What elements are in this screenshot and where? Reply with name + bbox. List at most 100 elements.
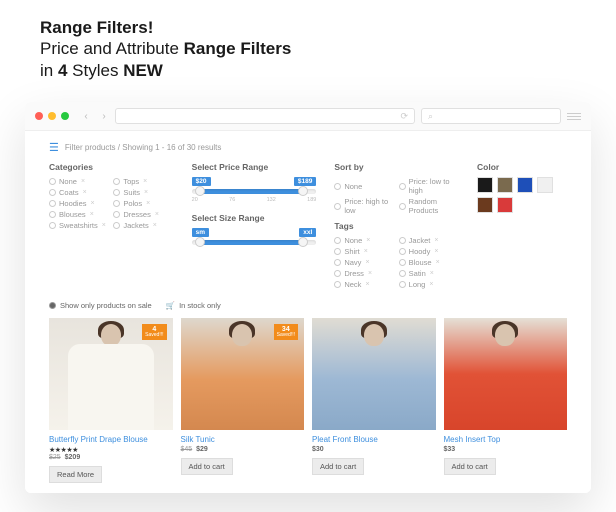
radio-option[interactable]: Neck×: [334, 280, 394, 289]
radio-option[interactable]: Hoody×: [399, 247, 459, 256]
radio-icon: [49, 222, 56, 229]
color-swatch[interactable]: [477, 197, 493, 213]
product-title[interactable]: Butterfly Print Drape Blouse: [49, 435, 173, 444]
radio-option[interactable]: Blouse ×: [399, 258, 459, 267]
remove-icon[interactable]: ×: [434, 237, 438, 244]
price-handle-min[interactable]: [195, 186, 205, 196]
radio-option[interactable]: Tops ×: [113, 177, 173, 186]
breadcrumb-text: Filter products / Showing 1 - 16 of 30 r…: [65, 143, 222, 152]
radio-option[interactable]: Suits×: [113, 188, 173, 197]
sale-badge: 34Saved!!!: [274, 324, 298, 340]
radio-option[interactable]: Random Products: [399, 197, 459, 215]
remove-icon[interactable]: ×: [155, 211, 159, 218]
radio-option[interactable]: None×: [334, 236, 394, 245]
browser-search[interactable]: ⌕: [421, 108, 561, 124]
range-filters: Select Price Range $20 $189 2076132189 S…: [192, 162, 317, 289]
tags-title: Tags: [334, 221, 459, 231]
remove-icon[interactable]: ×: [368, 270, 372, 277]
stock-toggle[interactable]: 🛒 In stock only: [166, 301, 221, 310]
hamburger-icon[interactable]: ☰: [49, 141, 59, 154]
product-card[interactable]: 34Saved!!! Silk Tunic $45 $29 Add to car…: [181, 318, 305, 483]
radio-option[interactable]: Blouses×: [49, 210, 109, 219]
price-handle-max[interactable]: [298, 186, 308, 196]
remove-icon[interactable]: ×: [146, 200, 150, 207]
radio-option[interactable]: Shirt×: [334, 247, 394, 256]
size-min-label: sm: [192, 228, 209, 237]
remove-icon[interactable]: ×: [143, 178, 147, 185]
radio-option[interactable]: Dress×: [334, 269, 394, 278]
radio-option[interactable]: Jacket×: [399, 236, 459, 245]
product-action-button[interactable]: Add to cart: [312, 458, 364, 475]
minimize-dot[interactable]: [48, 112, 56, 120]
color-swatch[interactable]: [477, 177, 493, 193]
size-max-label: xxl: [299, 228, 316, 237]
forward-button[interactable]: ›: [97, 109, 111, 123]
remove-icon[interactable]: ×: [91, 200, 95, 207]
back-button[interactable]: ‹: [79, 109, 93, 123]
product-title[interactable]: Pleat Front Blouse: [312, 435, 436, 444]
maximize-dot[interactable]: [61, 112, 69, 120]
price-slider[interactable]: [192, 189, 317, 194]
radio-option[interactable]: Navy×: [334, 258, 394, 267]
remove-icon[interactable]: ×: [81, 178, 85, 185]
radio-label: None: [344, 182, 362, 191]
product-card[interactable]: Pleat Front Blouse $30 Add to cart: [312, 318, 436, 483]
remove-icon[interactable]: ×: [144, 189, 148, 196]
radio-option[interactable]: Sweatshirts×: [49, 221, 109, 230]
product-card[interactable]: 4Saved!!! Butterfly Print Drape Blouse ★…: [49, 318, 173, 483]
product-action-button[interactable]: Add to cart: [181, 458, 233, 475]
radio-option[interactable]: Dresses×: [113, 210, 173, 219]
remove-icon[interactable]: ×: [102, 222, 106, 229]
radio-icon: [113, 222, 120, 229]
remove-icon[interactable]: ×: [365, 259, 369, 266]
color-swatch[interactable]: [517, 177, 533, 193]
price-current: $30: [312, 446, 324, 453]
radio-option[interactable]: Long×: [399, 280, 459, 289]
product-title[interactable]: Silk Tunic: [181, 435, 305, 444]
radio-label: Hoodies: [59, 199, 87, 208]
radio-icon: [113, 200, 120, 207]
product-meta: ★★★★★ $25 $209: [49, 446, 173, 461]
remove-icon[interactable]: ×: [364, 248, 368, 255]
radio-option[interactable]: Price: high to low: [334, 197, 394, 215]
tick: 132: [267, 197, 276, 203]
close-dot[interactable]: [35, 112, 43, 120]
sub2-b2: NEW: [123, 61, 163, 80]
product-action-button[interactable]: Add to cart: [444, 458, 496, 475]
remove-icon[interactable]: ×: [366, 237, 370, 244]
radio-option[interactable]: Polos×: [113, 199, 173, 208]
radio-option[interactable]: Satin×: [399, 269, 459, 278]
radio-option[interactable]: Hoodies ×: [49, 199, 109, 208]
size-handle-min[interactable]: [195, 237, 205, 247]
remove-icon[interactable]: ×: [436, 259, 440, 266]
product-card[interactable]: Mesh Insert Top $33 Add to cart: [444, 318, 568, 483]
color-swatch[interactable]: [537, 177, 553, 193]
color-swatch[interactable]: [497, 177, 513, 193]
color-swatch[interactable]: [497, 197, 513, 213]
remove-icon[interactable]: ×: [434, 248, 438, 255]
remove-icon[interactable]: ×: [90, 211, 94, 218]
url-bar[interactable]: ⟳: [115, 108, 415, 124]
remove-icon[interactable]: ×: [430, 270, 434, 277]
remove-icon[interactable]: ×: [365, 281, 369, 288]
sale-toggle[interactable]: Show only products on sale: [49, 301, 152, 310]
radio-icon: [334, 248, 341, 255]
remove-icon[interactable]: ×: [429, 281, 433, 288]
radio-icon: [399, 248, 406, 255]
radio-label: Price: high to low: [344, 197, 394, 215]
radio-option[interactable]: Jackets×: [113, 221, 173, 230]
radio-option[interactable]: Price: low to high: [399, 177, 459, 195]
radio-option[interactable]: Coats×: [49, 188, 109, 197]
radio-label: Blouse: [409, 258, 432, 267]
radio-option[interactable]: None: [334, 177, 394, 195]
size-slider[interactable]: [192, 240, 317, 245]
radio-label: Tops: [123, 177, 139, 186]
remove-icon[interactable]: ×: [153, 222, 157, 229]
product-title[interactable]: Mesh Insert Top: [444, 435, 568, 444]
refresh-icon[interactable]: ⟳: [400, 111, 408, 122]
product-action-button[interactable]: Read More: [49, 466, 102, 483]
radio-option[interactable]: None×: [49, 177, 109, 186]
remove-icon[interactable]: ×: [83, 189, 87, 196]
menu-icon[interactable]: [567, 113, 581, 120]
size-handle-max[interactable]: [298, 237, 308, 247]
